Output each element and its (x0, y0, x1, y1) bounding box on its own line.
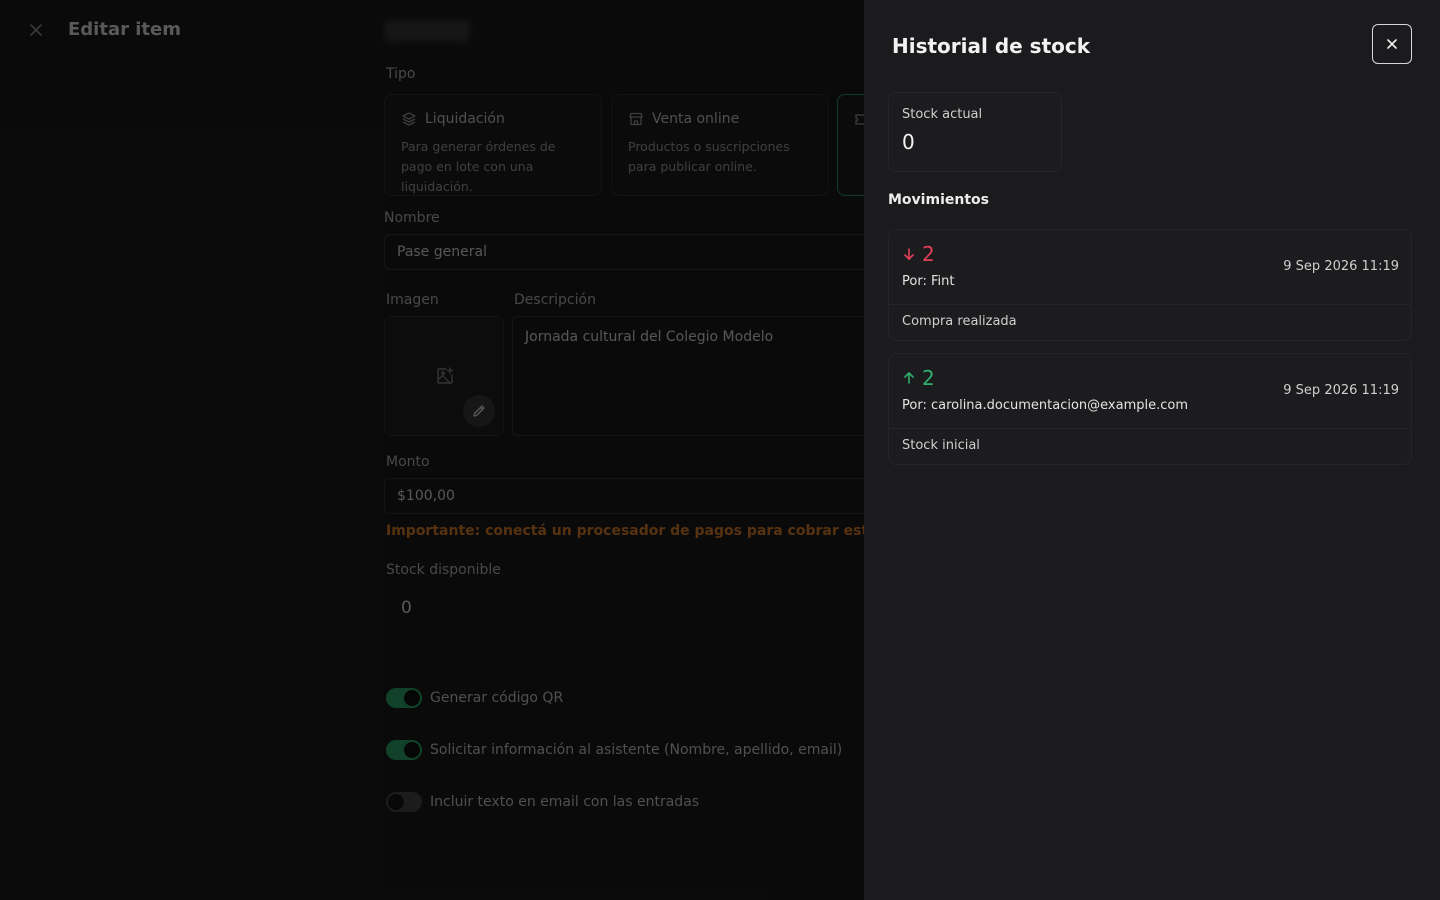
movement-qty: 2 (922, 242, 935, 266)
movement-note: Stock inicial (902, 438, 980, 453)
toggle-label: Solicitar información al asistente (Nomb… (430, 742, 843, 758)
type-option-title: Liquidación (425, 111, 505, 127)
toggle-label: Generar código QR (430, 690, 564, 706)
page-title: Editar item (68, 19, 181, 40)
name-input[interactable]: Pase general (384, 234, 904, 270)
arrow-up-icon (904, 372, 914, 384)
qr-toggle[interactable] (386, 688, 422, 708)
email-text-toggle[interactable] (386, 792, 422, 812)
toggle-row-attendee-info[interactable]: Solicitar información al asistente (Nomb… (386, 740, 842, 760)
movement-item: 2 Por: carolina.documentacion@example.co… (888, 353, 1412, 465)
type-option-liquidacion[interactable]: Liquidación Para generar órdenes de pago… (384, 94, 602, 196)
name-label: Nombre (384, 210, 440, 226)
movement-date: 9 Sep 2026 11:19 (1283, 383, 1399, 398)
close-icon (1387, 39, 1397, 49)
current-stock-value: 0 (902, 130, 915, 154)
type-option-title: Venta online (652, 111, 740, 127)
edit-image-button[interactable] (463, 395, 495, 427)
arrow-down-icon (904, 248, 914, 260)
movement-date: 9 Sep 2026 11:19 (1283, 259, 1399, 274)
divider (889, 428, 1411, 429)
stock-history-drawer: Historial de stock Stock actual 0 Movimi… (864, 0, 1440, 900)
movements-title: Movimientos (888, 192, 989, 208)
amount-input[interactable]: $100,00 (384, 478, 904, 514)
description-label: Descripción (514, 292, 596, 308)
close-drawer-button[interactable] (1372, 24, 1412, 64)
warning-text: Importante: conectá un procesador de pag… (386, 523, 945, 539)
type-option-venta-online[interactable]: Venta online Productos o suscripciones p… (611, 94, 829, 196)
close-icon[interactable] (26, 20, 46, 40)
movement-note: Compra realizada (902, 314, 1017, 329)
type-label: Tipo (386, 66, 416, 82)
current-stock-label: Stock actual (902, 107, 983, 122)
divider (889, 304, 1411, 305)
movement-item: 2 Por: Fint 9 Sep 2026 11:19 Compra real… (888, 229, 1412, 341)
layers-icon (402, 112, 416, 126)
image-add-icon (437, 367, 454, 384)
stock-value: 0 (401, 598, 412, 618)
movement-author: Por: carolina.documentacion@example.com (902, 398, 1189, 413)
drawer-title: Historial de stock (892, 34, 1091, 58)
stock-label: Stock disponible (386, 562, 501, 578)
toggle-row-qr[interactable]: Generar código QR (386, 688, 563, 708)
current-stock-card: Stock actual 0 (888, 92, 1062, 172)
type-option-desc: Productos o suscripciones para publicar … (628, 139, 790, 174)
pencil-icon (473, 405, 485, 417)
toggle-row-email-text[interactable]: Incluir texto en email con las entradas (386, 792, 699, 812)
description-textarea[interactable]: Jornada cultural del Colegio Modelo (512, 316, 912, 436)
type-option-desc: Para generar órdenes de pago en lote con… (401, 139, 556, 194)
amount-label: Monto (386, 454, 430, 470)
image-upload[interactable] (384, 316, 504, 436)
movement-qty: 2 (922, 366, 935, 390)
toggle-label: Incluir texto en email con las entradas (430, 794, 700, 810)
store-icon (629, 112, 643, 126)
movement-author: Por: Fint (902, 274, 955, 289)
blurred-heading (384, 20, 470, 42)
image-label: Imagen (386, 292, 439, 308)
attendee-info-toggle[interactable] (386, 740, 422, 760)
